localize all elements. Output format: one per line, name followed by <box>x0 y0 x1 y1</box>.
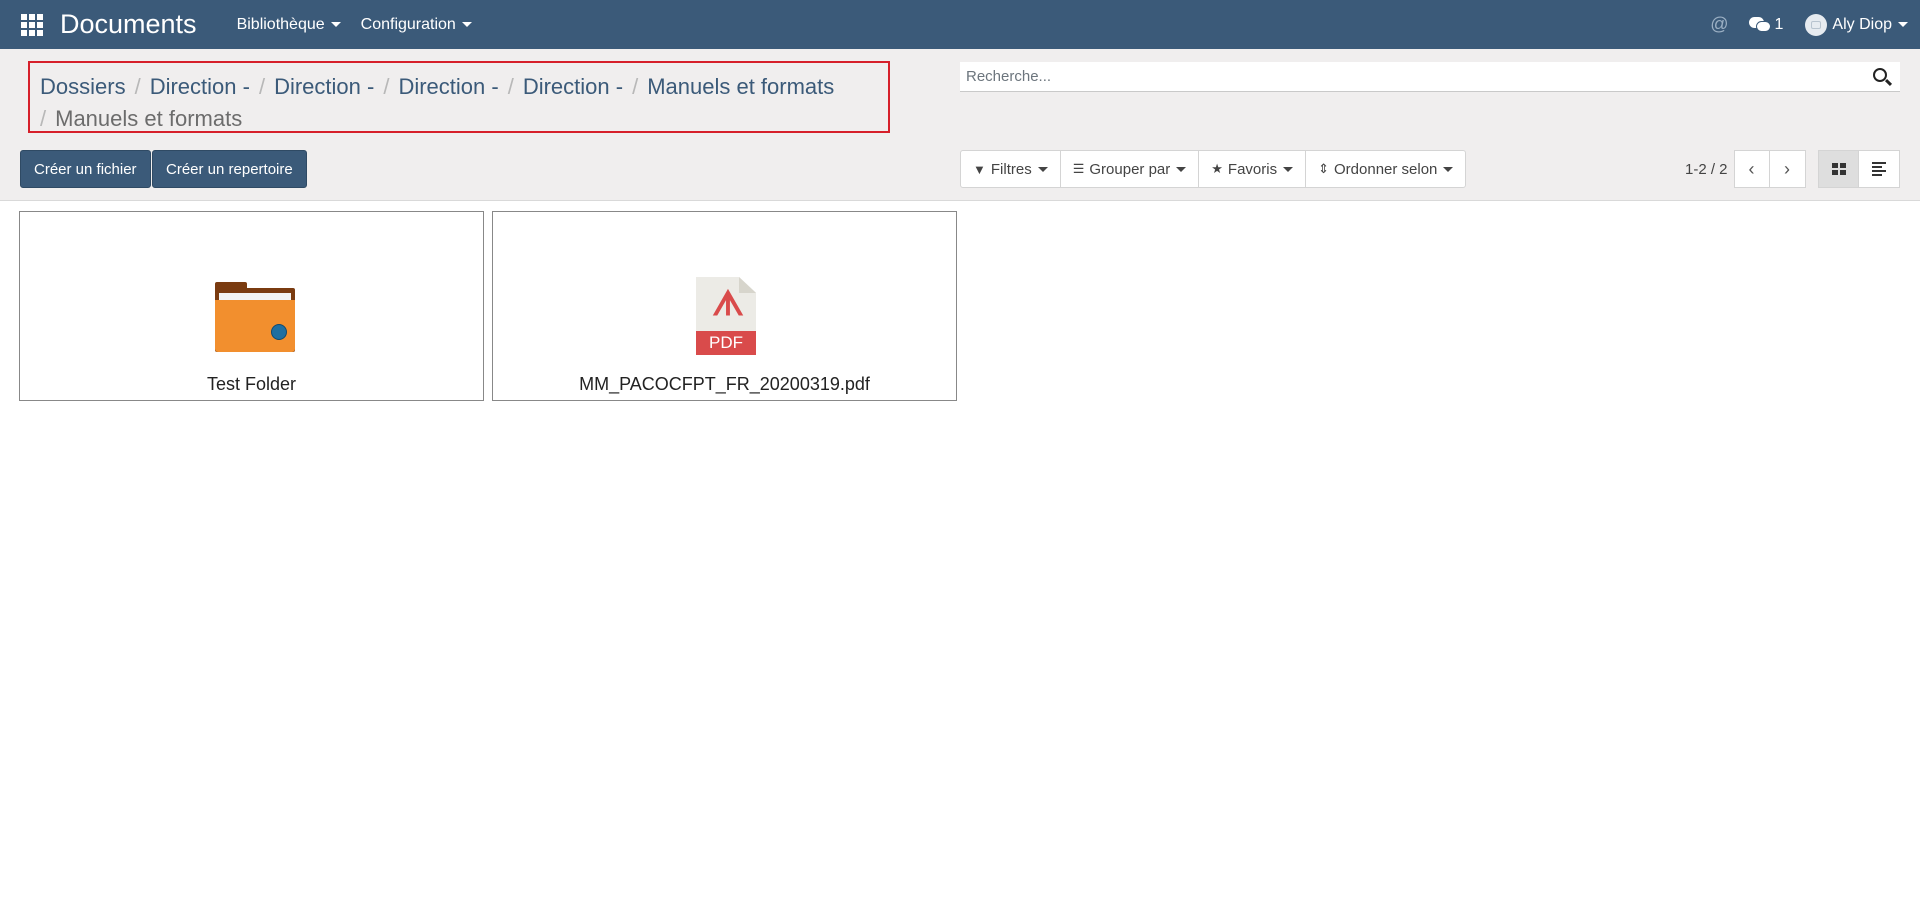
favorites-label: Favoris <box>1227 160 1278 178</box>
messages-count: 1 <box>1774 15 1784 33</box>
breadcrumb-separator: / <box>40 106 47 131</box>
order-by-label: Ordonner selon <box>1334 160 1438 178</box>
apps-menu-icon[interactable] <box>19 12 44 37</box>
control-panel: Dossiers / Direction - / Direction - / Directi… <box>0 49 1920 201</box>
caret-down-icon <box>1176 166 1187 172</box>
pager-value[interactable]: 1-2 / 2 <box>1685 161 1728 178</box>
caret-down-icon <box>1283 166 1294 172</box>
pager: 1-2 / 2 ‹ › <box>1685 150 1806 188</box>
create-folder-button[interactable]: Créer un repertoire <box>152 150 307 188</box>
caret-down-icon <box>461 22 472 27</box>
chat-icon <box>1748 16 1771 33</box>
search-icon[interactable] <box>1870 65 1894 89</box>
breadcrumb-item[interactable]: Direction - <box>274 74 374 99</box>
menu-configuration-label: Configuration <box>360 15 456 33</box>
top-navbar: Documents Bibliothèque Configuration @ 1… <box>0 0 1920 49</box>
list-view-button[interactable] <box>1859 150 1900 188</box>
breadcrumb-separator: / <box>383 74 390 99</box>
search-options: ▼ Filtres ☰ Grouper par ★ Favoris ⇕ Ordo… <box>960 150 1467 188</box>
record-name: MM_PACOCFPT_FR_20200319.pdf <box>579 374 870 394</box>
sort-icon: ⇕ <box>1318 161 1329 176</box>
chevron-left-icon: ‹ <box>1748 158 1755 179</box>
menu-bibliotheque[interactable]: Bibliothèque <box>237 16 341 34</box>
group-by-label: Grouper par <box>1089 160 1171 178</box>
main-menu: Bibliothèque Configuration <box>237 16 492 34</box>
pdf-icon: ᗑ PDF <box>696 277 756 355</box>
search-input[interactable] <box>960 68 1870 85</box>
kanban-view-button[interactable] <box>1818 150 1859 188</box>
breadcrumb-current: Manuels et formats <box>55 106 243 131</box>
list-icon <box>1872 160 1886 178</box>
view-switcher <box>1818 150 1900 188</box>
record-name: Test Folder <box>206 374 297 394</box>
pager-previous-button[interactable]: ‹ <box>1733 150 1770 188</box>
menu-configuration[interactable]: Configuration <box>361 16 472 34</box>
menu-bibliotheque-label: Bibliothèque <box>236 15 325 33</box>
avatar <box>1805 13 1828 36</box>
pager-next-button[interactable]: › <box>1769 150 1806 188</box>
kanban-icon <box>1831 163 1846 175</box>
filter-icon: ▼ <box>973 161 986 177</box>
caret-down-icon <box>1898 22 1908 27</box>
star-icon: ★ <box>1211 161 1223 176</box>
mentions-icon[interactable]: @ <box>1710 14 1728 35</box>
favorites-button[interactable]: ★ Favoris <box>1199 151 1307 187</box>
create-file-button[interactable]: Créer un fichier <box>20 150 151 188</box>
caret-down-icon <box>1037 166 1048 172</box>
breadcrumb-separator: / <box>507 74 514 99</box>
caret-down-icon <box>1443 166 1454 172</box>
app-title: Documents <box>60 9 197 39</box>
breadcrumb-separator: / <box>134 74 141 99</box>
kanban-record-document[interactable]: ᗑ PDF MM_PACOCFPT_FR_20200319.pdf <box>492 211 957 401</box>
breadcrumb: Dossiers / Direction - / Direction - / Directi… <box>28 61 890 133</box>
breadcrumb-separator: / <box>258 74 266 99</box>
breadcrumb-item[interactable]: Manuels et formats <box>647 74 834 99</box>
breadcrumb-item[interactable]: Dossiers <box>40 74 126 99</box>
systray: @ 1 Aly Diop <box>1710 0 1908 49</box>
breadcrumb-item[interactable]: Direction - <box>150 74 250 99</box>
filters-button[interactable]: ▼ Filtres <box>961 151 1061 187</box>
search-bar <box>960 62 1900 92</box>
chevron-right-icon: › <box>1784 158 1791 179</box>
caret-down-icon <box>330 22 341 27</box>
filters-label: Filtres <box>990 160 1032 178</box>
messaging-menu[interactable]: 1 <box>1748 15 1784 34</box>
order-by-button[interactable]: ⇕ Ordonner selon <box>1306 151 1465 187</box>
breadcrumb-item[interactable]: Direction - <box>398 74 498 99</box>
folder-icon <box>215 282 295 352</box>
pdf-badge: PDF <box>696 331 756 355</box>
group-by-button[interactable]: ☰ Grouper par <box>1061 151 1200 187</box>
breadcrumb-item[interactable]: Direction - <box>523 74 623 99</box>
kanban-record-folder[interactable]: Test Folder <box>19 211 484 401</box>
user-name: Aly Diop <box>1832 15 1892 33</box>
bars-icon: ☰ <box>1072 161 1085 176</box>
user-menu[interactable]: Aly Diop <box>1805 13 1908 36</box>
breadcrumb-separator: / <box>632 74 639 99</box>
